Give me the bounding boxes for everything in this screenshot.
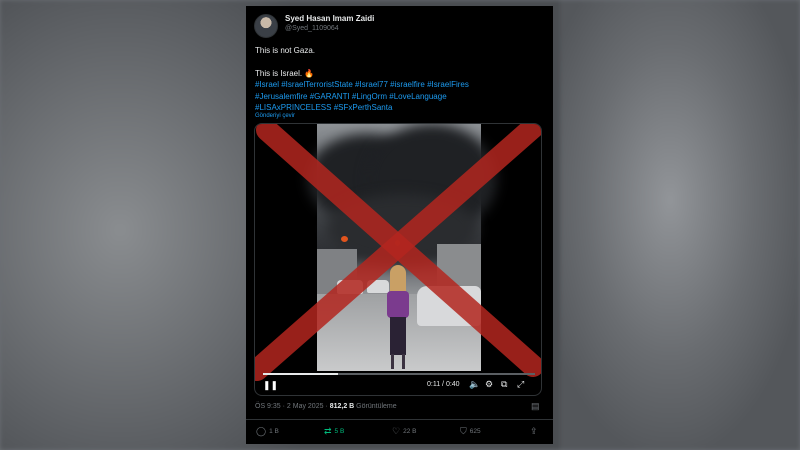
video-controls: ❚❚ 0:11 / 0:40 🔈 ⚙ ⧉ ⤢ [255,371,541,395]
reply-button[interactable]: ◯ 1 B [256,426,279,437]
tweet-header: Syed Hasan Imam Zaidi @Syed_1109064 [254,14,374,38]
heart-icon: ♡ [392,426,401,436]
bookmark-count: 625 [469,428,481,435]
analytics-icon[interactable]: ▤ [531,401,540,412]
fullscreen-icon[interactable]: ⤢ [517,379,524,390]
action-bar: ◯ 1 B ⇄ 5 B ♡ 22 B ⛉ 625 ⇪ [246,426,553,440]
author-names: Syed Hasan Imam Zaidi @Syed_1109064 [285,14,374,34]
tweet-timestamp[interactable]: ÖS 9:35 · 2 May 2025 · [255,403,330,410]
views-label: Görüntüleme [354,403,397,410]
tweet-text-line: This is Israel. 🔥 [255,68,315,78]
volume-icon[interactable]: 🔈 [469,379,480,390]
tweet-text: This is not Gaza. This is Israel. 🔥 #Isr… [255,45,547,114]
divider [246,419,553,420]
hashtag-line[interactable]: #LISAxPRINCELESS #SFxPerthSanta [255,102,547,114]
pants [390,317,406,355]
share-icon: ⇪ [530,426,538,436]
fire-glow [395,240,400,246]
pause-icon[interactable]: ❚❚ [263,380,278,391]
like-count: 22 B [403,428,417,435]
legs [391,354,405,369]
car [337,280,363,294]
share-button[interactable]: ⇪ [530,426,538,437]
bookmark-button[interactable]: ⛉ 625 [460,426,481,437]
progress-fill [263,373,338,375]
reply-icon: ◯ [256,426,267,436]
hashtag-line[interactable]: #Israel #IsraelTerroristState #Israel77 … [255,79,547,91]
hashtag-line[interactable]: #Jerusalemfire #GARANTI #LingOrm #LoveLa… [255,91,547,103]
video-time: 0:11 / 0:40 [427,381,460,388]
video-frame[interactable] [307,124,497,371]
settings-icon[interactable]: ⚙ [485,379,493,390]
author-display-name[interactable]: Syed Hasan Imam Zaidi [285,14,374,24]
video-player[interactable]: ❚❚ 0:11 / 0:40 🔈 ⚙ ⧉ ⤢ [254,123,542,396]
tweet-text-spacer [255,57,547,68]
tweet-meta: ÖS 9:35 · 2 May 2025 · 812,2 B Görüntüle… [255,403,397,410]
retweet-button[interactable]: ⇄ 5 B [324,426,344,437]
woman-figure [383,265,413,370]
progress-bar[interactable] [263,373,535,375]
tweet-card: Syed Hasan Imam Zaidi @Syed_1109064 This… [246,6,553,444]
views-count: 812,2 B [329,403,355,410]
tweet-text-line: This is not Gaza. [255,46,316,55]
retweet-icon: ⇄ [324,426,332,436]
like-button[interactable]: ♡ 22 B [392,426,416,437]
car [417,286,481,326]
fire-glow [341,236,348,242]
bookmark-icon: ⛉ [460,426,467,436]
shirt [387,291,409,318]
retweet-count: 5 B [334,428,345,435]
author-handle[interactable]: @Syed_1109064 [285,24,374,34]
pip-icon[interactable]: ⧉ [501,379,507,390]
avatar[interactable] [254,14,278,38]
reply-count: 1 B [269,428,279,435]
translate-link[interactable]: Gönderiyi çevir [255,113,295,119]
